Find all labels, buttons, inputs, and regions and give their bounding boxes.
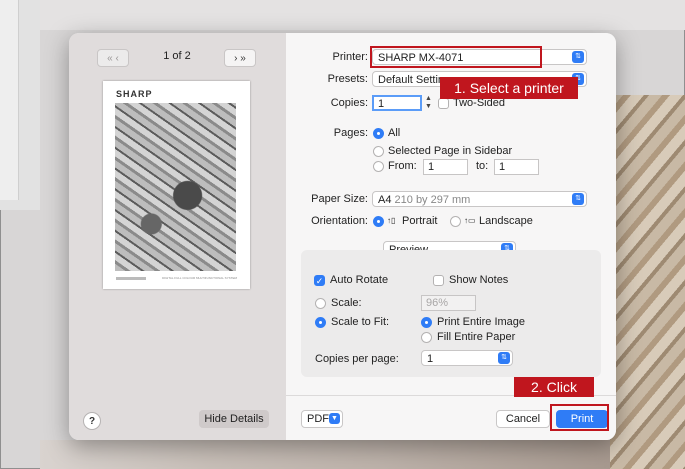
pages-selected-radio[interactable]: [373, 146, 384, 157]
page-preview: SHARP DIGITAL FULL COLOUR MULTIFUNCTIONA…: [103, 81, 250, 289]
pages-to-input[interactable]: 1: [494, 159, 539, 175]
step1-callout: 1. Select a printer: [440, 77, 578, 99]
hide-details-button[interactable]: Hide Details: [199, 410, 269, 428]
two-sided-checkbox[interactable]: [438, 98, 449, 109]
background-toolbar: [40, 0, 685, 30]
portrait-label: Portrait: [402, 215, 438, 227]
double-chevron-right-icon: »: [240, 52, 246, 64]
step2-callout: 2. Click: [514, 377, 594, 397]
fishing-gear-photo: [115, 103, 236, 271]
portrait-radio[interactable]: [373, 216, 384, 227]
sheet-footer-caption: DIGITAL FULL COLOUR MULTIFUNCTIONAL SYST…: [162, 276, 237, 280]
auto-rotate-checkbox[interactable]: ✓: [314, 275, 325, 286]
first-previous-page-button[interactable]: « ‹: [97, 49, 129, 67]
next-last-page-button[interactable]: › »: [224, 49, 256, 67]
portrait-icon: ↑▯: [387, 216, 396, 225]
printer-label: Printer:: [332, 51, 368, 63]
pages-from-label: From:: [388, 160, 417, 172]
print-entire-image-radio[interactable]: [421, 317, 432, 328]
pages-to-label: to:: [476, 160, 489, 172]
paper-size-detail: 210 by 297 mm: [394, 194, 471, 206]
double-chevron-left-icon: «: [107, 52, 113, 64]
copies-per-page-select[interactable]: 1 ⇅: [421, 350, 513, 366]
auto-rotate-label: Auto Rotate: [330, 274, 389, 286]
show-notes-checkbox[interactable]: [433, 275, 444, 286]
pages-label: Pages:: [333, 127, 368, 139]
paper-size-select[interactable]: A4 210 by 297 mm ⇅: [372, 191, 587, 207]
pages-all-radio[interactable]: [373, 128, 384, 139]
presets-label: Presets:: [327, 73, 368, 85]
chevron-down-icon: ▼: [329, 413, 340, 424]
paper-size-value: A4: [378, 194, 392, 206]
updown-arrows-icon: ⇅: [572, 193, 584, 205]
updown-arrows-icon: ⇅: [498, 352, 510, 364]
copies-stepper[interactable]: ▲ ▼: [424, 95, 433, 111]
landscape-label: Landscape: [479, 215, 533, 227]
pages-all-label: All: [388, 127, 401, 139]
sharp-logo: SHARP: [116, 89, 153, 99]
scale-radio[interactable]: [315, 298, 326, 309]
preview-options-panel: ✓ Auto Rotate Show Notes Scale: 96% Scal…: [301, 250, 601, 377]
chevron-down-icon: ▼: [425, 103, 432, 110]
printer-highlight-box: [370, 46, 542, 68]
help-button[interactable]: ?: [83, 412, 101, 430]
scale-to-fit-radio[interactable]: [315, 317, 326, 328]
sheet-footer-mark: [116, 277, 146, 280]
chevron-up-icon: ▲: [425, 95, 432, 102]
scale-to-fit-label: Scale to Fit:: [331, 316, 390, 328]
question-icon: ?: [88, 415, 96, 427]
pdf-label: PDF: [307, 413, 329, 425]
pages-from-input[interactable]: 1: [423, 159, 468, 175]
pages-range-radio[interactable]: [373, 161, 384, 172]
background-photo: [610, 95, 685, 469]
fill-entire-paper-label: Fill Entire Paper: [437, 331, 516, 343]
scale-input[interactable]: 96%: [421, 295, 476, 311]
copies-label: Copies:: [330, 97, 368, 109]
pages-selected-label: Selected Page in Sidebar: [388, 145, 513, 157]
background-photo-strip: [40, 440, 610, 469]
preview-sidebar: « ‹ 1 of 2 › » SHARP DIGITAL FULL COLOUR…: [69, 33, 286, 440]
print-highlight-box: [550, 404, 609, 431]
copies-input[interactable]: 1: [372, 95, 422, 111]
chevron-left-icon: ‹: [115, 52, 119, 64]
print-entire-image-label: Print Entire Image: [437, 316, 526, 328]
orientation-label: Orientation:: [311, 215, 368, 227]
landscape-icon: ↑▭: [464, 216, 476, 225]
copies-per-page-label: Copies per page:: [315, 353, 399, 365]
show-notes-label: Show Notes: [449, 274, 509, 286]
cancel-button[interactable]: Cancel: [496, 410, 550, 428]
fill-entire-paper-radio[interactable]: [421, 332, 432, 343]
updown-arrows-icon: ⇅: [572, 51, 584, 63]
copies-per-page-value: 1: [427, 353, 434, 365]
page-indicator: 1 of 2: [163, 50, 191, 62]
paper-size-label: Paper Size:: [311, 193, 368, 205]
pdf-menu-button[interactable]: PDF ▼: [301, 410, 343, 428]
background-window-edge: [0, 0, 19, 200]
scale-label: Scale:: [331, 297, 362, 309]
chevron-right-icon: ›: [234, 52, 238, 64]
landscape-radio[interactable]: [450, 216, 461, 227]
